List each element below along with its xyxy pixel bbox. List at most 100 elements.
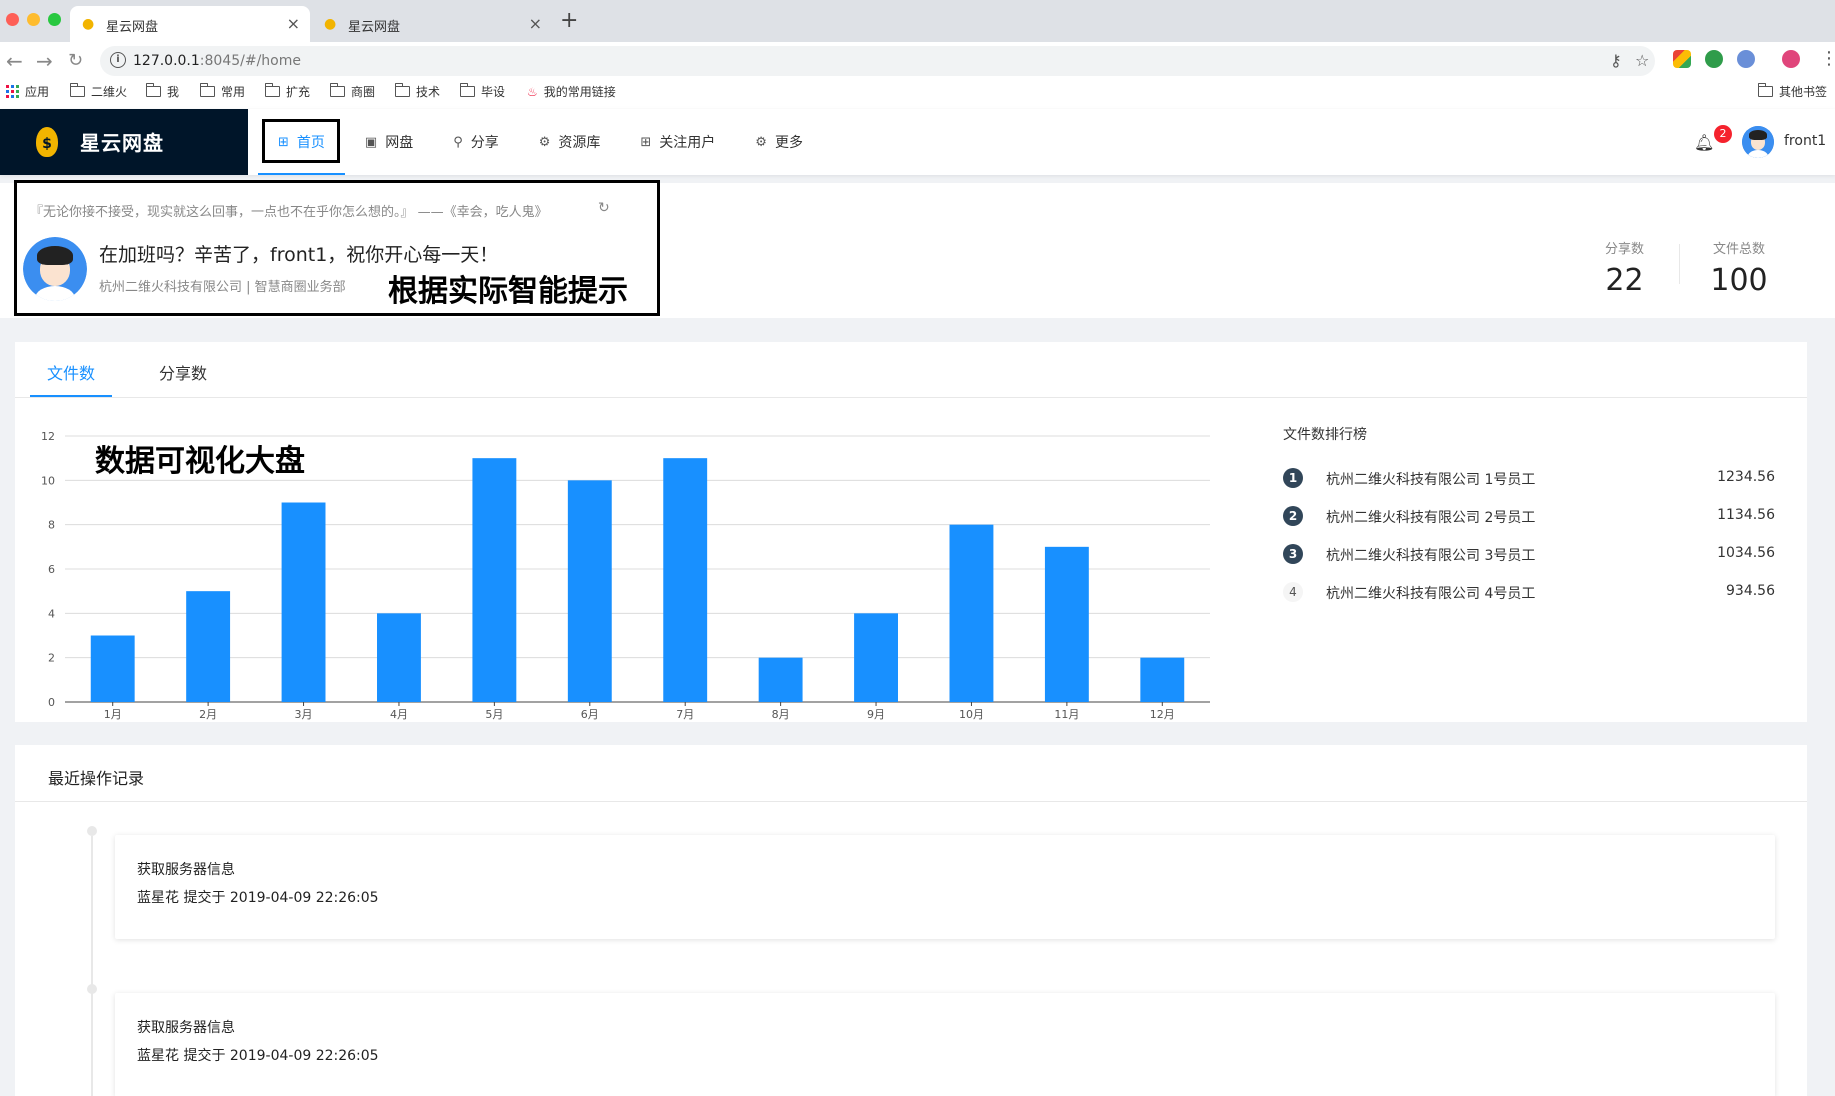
rank-name: 杭州二维火科技有限公司 2号员工	[1326, 510, 1536, 526]
tab-file-count[interactable]: 文件数	[47, 360, 95, 384]
bookmark-folder[interactable]: 我	[145, 83, 179, 100]
y-tick-label: 4	[48, 607, 55, 620]
menu-kebab-icon[interactable]: ⋮	[1820, 48, 1835, 69]
stat-share-count: 分享数 22	[1592, 238, 1657, 298]
bookmark-link[interactable]: ♨ 我的常用链接	[527, 83, 616, 100]
bar	[949, 524, 994, 702]
ranking-row: 4 杭州二维火科技有限公司 4号员工 934.56	[1283, 582, 1775, 602]
grid-icon: ⊞	[640, 134, 652, 150]
x-tick-label: 5月	[485, 708, 503, 721]
folder-icon	[69, 83, 85, 97]
rank-name: 杭州二维火科技有限公司 4号员工	[1326, 586, 1536, 602]
y-tick-label: 12	[41, 430, 55, 443]
menu-item-more[interactable]: ⚙ 更多	[735, 109, 823, 175]
menu-item-following[interactable]: ⊞ 关注用户	[620, 109, 735, 175]
y-tick-label: 10	[41, 474, 55, 487]
new-tab-button[interactable]: +	[560, 8, 578, 33]
bookmarks-bar: 应用 二维火 我 常用 扩充 商圈 技术 毕设 ♨ 我的常用链接 其他书签	[0, 80, 1835, 108]
bookmark-other[interactable]: 其他书签	[1757, 83, 1827, 100]
logo-text: 星云网盘	[80, 131, 164, 155]
extension-icon[interactable]	[1705, 50, 1723, 68]
close-window-button[interactable]	[6, 13, 19, 26]
browser-tab-active[interactable]: ● 星云网盘 ×	[70, 6, 310, 42]
ranking-row: 1 杭州二维火科技有限公司 1号员工 1234.56	[1283, 468, 1775, 488]
close-tab-icon[interactable]: ×	[287, 14, 300, 33]
flame-icon: ♨	[527, 84, 538, 99]
site-info-icon[interactable]: i	[110, 52, 126, 68]
bookmark-folder[interactable]: 二维火	[69, 83, 127, 100]
rank-value: 1134.56	[1717, 507, 1775, 523]
share-icon: ⚲	[453, 134, 463, 150]
y-tick-label: 8	[48, 519, 55, 532]
x-tick-label: 8月	[772, 708, 790, 721]
bookmark-folder[interactable]: 扩充	[264, 83, 310, 100]
close-tab-icon[interactable]: ×	[529, 14, 542, 33]
avatar[interactable]	[1742, 126, 1774, 158]
bar	[1044, 546, 1089, 702]
x-tick-label: 4月	[390, 708, 408, 721]
key-icon[interactable]: ⚷	[1610, 51, 1622, 70]
x-tick-label: 2月	[199, 708, 217, 721]
x-tick-label: 9月	[867, 708, 885, 721]
folder-icon	[264, 83, 280, 97]
extension-icon[interactable]	[1673, 50, 1691, 68]
tab-share-count[interactable]: 分享数	[159, 360, 207, 384]
timeline-dot	[87, 826, 97, 836]
annotation-label: 根据实际智能提示	[388, 274, 628, 309]
bookmark-folder[interactable]: 常用	[199, 83, 245, 100]
folder-icon	[459, 83, 475, 97]
bookmark-apps[interactable]: 应用	[6, 83, 49, 100]
x-tick-label: 12月	[1150, 708, 1175, 721]
url-text: 127.0.0.1:8045/#/home	[133, 53, 301, 69]
username[interactable]: front1	[1784, 133, 1826, 149]
address-bar[interactable]: i 127.0.0.1:8045/#/home ⚷ ☆	[100, 46, 1655, 76]
annotation-highlight-box	[262, 119, 340, 163]
bookmark-star-icon[interactable]: ☆	[1635, 51, 1649, 70]
tab-divider	[15, 397, 1807, 398]
settings-icon: ⚙	[538, 134, 551, 150]
x-tick-label: 3月	[295, 708, 313, 721]
stat-value: 22	[1605, 263, 1644, 298]
bookmark-folder[interactable]: 商圈	[329, 83, 375, 100]
menu-item-disk[interactable]: ▣ 网盘	[345, 109, 433, 175]
greeting-text: 在加班吗？辛苦了，front1，祝你开心每一天！	[99, 244, 499, 266]
x-tick-label: 6月	[581, 708, 599, 721]
bar	[854, 613, 898, 702]
top-menu: ⊞ 首页 ▣ 网盘 ⚲ 分享 ⚙ 资源库 ⊞ 关注用户 ⚙ 更多	[258, 109, 823, 175]
extension-icon[interactable]	[1737, 50, 1755, 68]
activity-item[interactable]: 获取服务器信息 蓝星花 提交于 2019-04-09 22:26:05	[115, 835, 1775, 939]
favicon-icon: ●	[324, 16, 337, 32]
forward-icon[interactable]: →	[36, 49, 53, 73]
activity-divider	[15, 801, 1807, 802]
minimize-window-button[interactable]	[27, 13, 40, 26]
activity-item-title: 获取服务器信息	[137, 862, 235, 878]
profile-icon[interactable]	[1782, 50, 1800, 68]
ranking-title: 文件数排行榜	[1283, 427, 1367, 443]
app-header: $ 星云网盘 ⊞ 首页 ▣ 网盘 ⚲ 分享 ⚙ 资源库 ⊞ 关注用户 ⚙ 更多 🔔︎ 2 f…	[0, 109, 1835, 175]
bookmark-folder[interactable]: 毕设	[459, 83, 505, 100]
stat-label: 分享数	[1604, 242, 1644, 257]
bell-icon[interactable]: 🔔︎	[1694, 133, 1714, 152]
annotation-label: 数据可视化大盘	[95, 444, 305, 479]
daily-quote: 『无论你接不接受，现实就这么回事，一点也不在乎你怎么想的。』 ——《幸会，吃人鬼…	[30, 205, 548, 220]
refresh-icon[interactable]: ↻	[598, 200, 610, 216]
folder-icon	[329, 83, 345, 97]
reload-icon[interactable]: ↻	[68, 50, 83, 71]
folder-icon	[1757, 83, 1773, 97]
bar	[758, 657, 803, 702]
browser-tab[interactable]: ● 星云网盘 ×	[312, 6, 552, 42]
x-tick-label: 7月	[676, 708, 694, 721]
logo[interactable]: $ 星云网盘	[0, 109, 248, 175]
menu-item-resources[interactable]: ⚙ 资源库	[519, 109, 621, 175]
back-icon[interactable]: ←	[6, 49, 23, 73]
menu-item-share[interactable]: ⚲ 分享	[433, 109, 519, 175]
rank-name: 杭州二维火科技有限公司 3号员工	[1326, 548, 1536, 564]
maximize-window-button[interactable]	[48, 13, 61, 26]
notification-badge: 2	[1714, 125, 1732, 143]
activity-item[interactable]: 获取服务器信息 蓝星花 提交于 2019-04-09 22:26:05	[115, 993, 1775, 1096]
bar	[90, 635, 135, 702]
activity-item-meta: 蓝星花 提交于 2019-04-09 22:26:05	[137, 890, 379, 906]
activity-item-meta: 蓝星花 提交于 2019-04-09 22:26:05	[137, 1048, 379, 1064]
folder-icon	[394, 83, 410, 97]
bookmark-folder[interactable]: 技术	[394, 83, 440, 100]
